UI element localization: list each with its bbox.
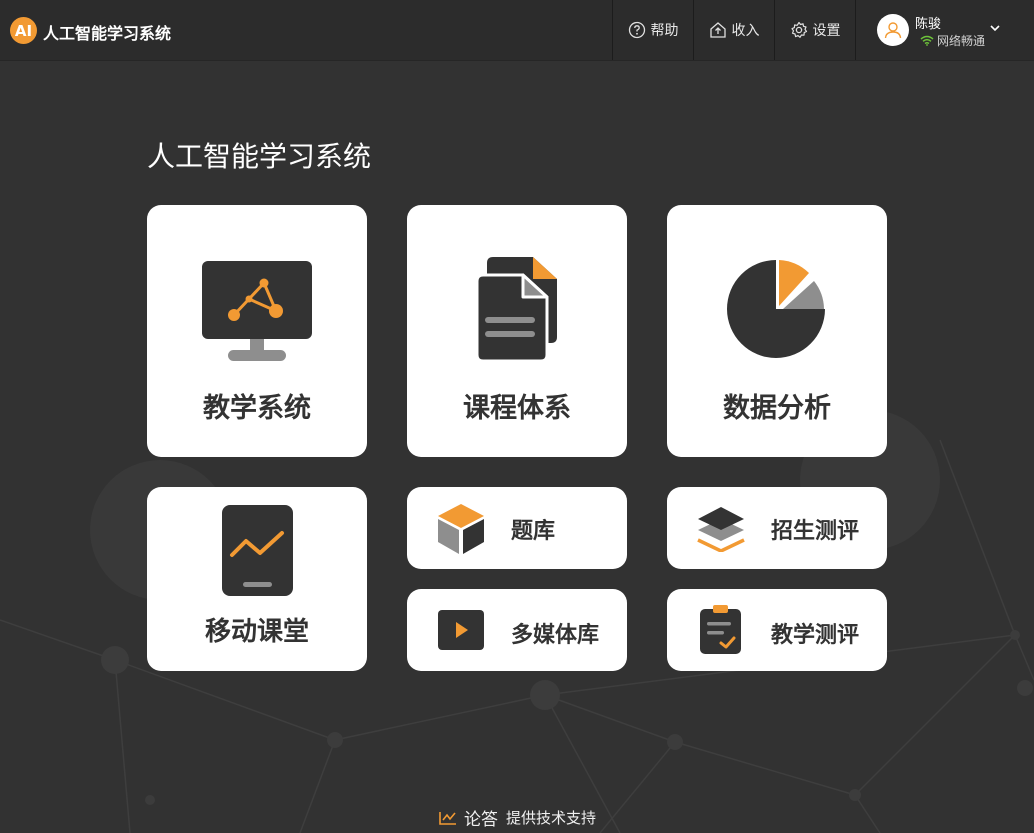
card-teaching-assessment[interactable]: 教学测评 <box>667 589 887 671</box>
cube-icon <box>438 504 484 554</box>
nav-help-button[interactable]: 帮助 <box>612 0 693 60</box>
inbox-icon <box>709 22 726 38</box>
nav-settings-button[interactable]: 设置 <box>774 0 855 60</box>
app-logo: AI <box>10 17 37 44</box>
tablet-chart-icon <box>222 505 293 596</box>
card-course-system-label: 课程体系 <box>463 393 571 424</box>
card-teaching-system-label: 教学系统 <box>203 393 311 424</box>
documents-icon <box>477 257 557 363</box>
footer-text: 提供技术支持 <box>505 809 596 827</box>
card-data-analysis-label: 数据分析 <box>723 393 831 424</box>
user-menu[interactable]: 陈骏 网络畅通 <box>855 0 1034 60</box>
layers-icon <box>697 507 745 552</box>
card-question-bank[interactable]: 题库 <box>407 487 627 569</box>
card-enrollment-assessment[interactable]: 招生测评 <box>667 487 887 569</box>
footer: 论答 提供技术支持 <box>0 805 1034 830</box>
avatar <box>877 14 909 46</box>
pie-chart-icon <box>727 260 825 358</box>
nav-help-label: 帮助 <box>650 23 679 39</box>
clipboard-check-icon <box>700 605 741 654</box>
network-status-label: 网络畅通 <box>937 34 986 48</box>
top-bar: AI 人工智能学习系统 帮助 收入 设置 陈骏 网络畅通 <box>0 0 1034 61</box>
card-mobile-classroom-label: 移动课堂 <box>204 617 309 647</box>
card-course-system[interactable]: 课程体系 <box>407 205 627 457</box>
monitor-network-icon <box>202 261 312 361</box>
chevron-down-icon <box>990 25 1000 32</box>
brand-logo-icon <box>439 811 456 825</box>
help-icon <box>628 21 645 39</box>
card-media-library[interactable]: 多媒体库 <box>407 589 627 671</box>
nav-inbox-label: 收入 <box>731 23 760 39</box>
card-question-bank-label: 题库 <box>511 519 556 544</box>
play-icon <box>438 610 484 650</box>
card-data-analysis[interactable]: 数据分析 <box>667 205 887 457</box>
card-enrollment-assessment-label: 招生测评 <box>771 519 860 544</box>
card-teaching-assessment-label: 教学测评 <box>771 623 860 648</box>
card-media-library-label: 多媒体库 <box>511 623 600 648</box>
user-name: 陈骏 <box>915 17 942 32</box>
card-teaching-system[interactable]: 教学系统 <box>147 205 367 457</box>
page-title: 人工智能学习系统 <box>147 140 372 173</box>
nav-inbox-button[interactable]: 收入 <box>693 0 774 60</box>
user-icon <box>884 22 902 39</box>
wifi-icon <box>920 35 934 46</box>
nav-settings-label: 设置 <box>812 23 841 39</box>
network-status: 网络畅通 <box>920 32 985 49</box>
card-mobile-classroom[interactable]: 移动课堂 <box>147 487 367 671</box>
app-title: 人工智能学习系统 <box>43 24 172 43</box>
footer-brand: 论答 <box>463 810 498 830</box>
gear-icon <box>790 21 807 38</box>
